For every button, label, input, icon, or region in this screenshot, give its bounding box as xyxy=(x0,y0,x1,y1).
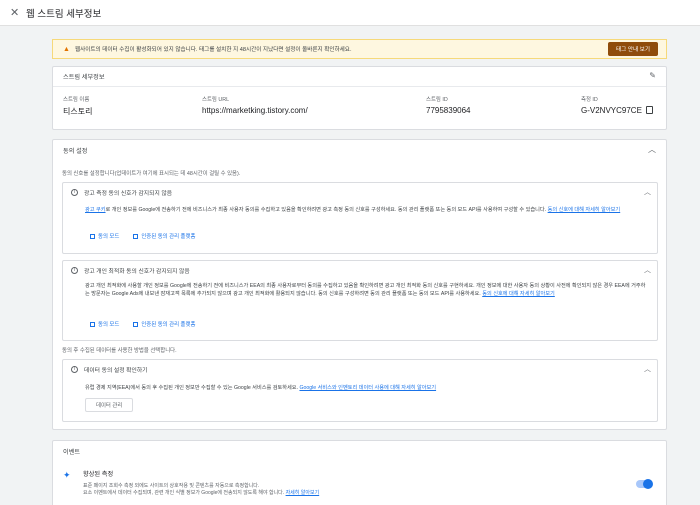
cmp-link[interactable]: 인증된 동의 관리 플랫폼 xyxy=(133,320,195,328)
stream-details-card: 스트림 세부정보 ✎ 스트림 이름 티스토리 스트림 URL https://m… xyxy=(52,66,667,130)
copy-icon[interactable] xyxy=(645,106,653,114)
enhanced-measurement-title: 향상된 측정 xyxy=(83,471,114,478)
ads-cookie-link[interactable]: 광고 쿠키 xyxy=(85,207,106,213)
manage-data-button[interactable]: 데이터 관리 xyxy=(85,398,134,412)
personalization-consent-text: 광고 개인 최적화에 사용할 개인 정보를 Google에 전송하기 전에 비즈… xyxy=(85,283,646,297)
info-icon: i xyxy=(71,188,78,196)
enhanced-desc-line1: 표준 페이지 조회수 측정 외에도 사이트의 상호작용 및 콘텐츠를 자동으로 … xyxy=(83,483,260,489)
personalization-consent-panel: i 광고 개인 최적화 동의 신호가 감지되지 않음 ︿ 광고 개인 최적화에 … xyxy=(62,260,658,341)
ads-consent-body: 광고 쿠키로 개인 정보를 Google에 전송하기 전에 비즈니스가 최종 사… xyxy=(85,206,650,214)
stream-url-cell: 스트림 URL https://marketking.tistory.com/ xyxy=(202,95,308,115)
stream-id-value: 7795839064 xyxy=(426,106,471,115)
chevron-up-icon[interactable]: ︿ xyxy=(644,187,651,197)
sparkle-icon: ✦ xyxy=(63,470,71,480)
personalization-learn-more-link[interactable]: 동의 신호에 대해 자세히 알아보기 xyxy=(482,291,555,297)
consent-mode-link[interactable]: 동의 모드 xyxy=(90,232,119,240)
personalization-consent-header[interactable]: i 광고 개인 최적화 동의 신호가 감지되지 않음 ︿ xyxy=(63,261,657,279)
chevron-up-icon[interactable]: ︿ xyxy=(644,265,651,275)
ads-consent-text: 로 개인 정보를 Google에 전송하기 전에 비즈니스가 최종 사용자 동의… xyxy=(105,207,547,213)
enhanced-measurement-toggle[interactable] xyxy=(636,479,653,489)
measurement-id-value: G-V2NVYC97CE xyxy=(581,106,642,115)
external-link-icon xyxy=(133,234,139,239)
chevron-up-icon[interactable]: ︿ xyxy=(644,364,651,374)
ads-learn-more-link[interactable]: 동의 신호에 대해 자세히 알아보기 xyxy=(548,207,621,213)
data-usage-link[interactable]: Google 서비스와 인벤토리 데이터 사용에 대해 자세히 알아보기 xyxy=(299,385,436,391)
external-link-icon xyxy=(90,322,95,327)
events-header: 이벤트 xyxy=(53,441,666,461)
consent-header[interactable]: 동의 설정 ︿ xyxy=(53,140,666,160)
ads-links-row: 동의 모드 인증된 동의 관리 플랫폼 xyxy=(90,232,195,240)
events-title: 이벤트 xyxy=(63,448,81,456)
external-link-icon xyxy=(133,322,139,327)
personalization-consent-body: 광고 개인 최적화에 사용할 개인 정보를 Google에 전송하기 전에 비즈… xyxy=(85,282,650,298)
close-icon[interactable]: ✕ xyxy=(10,6,22,19)
data-consent-title: 데이터 동의 설정 확인하기 xyxy=(84,367,148,374)
stream-name-cell: 스트림 이름 티스토리 xyxy=(63,95,92,117)
data-consent-body: 유럽 경제 지역(EEA)에서 동의 후 수집된 개인 정보만 수집할 수 있는… xyxy=(85,384,650,392)
card-header: 스트림 세부정보 ✎ xyxy=(53,67,666,87)
stream-id-cell: 스트림 ID 7795839064 xyxy=(426,95,471,115)
ads-consent-title: 광고 측정 동의 신호가 감지되지 않음 xyxy=(84,190,173,197)
usage-intro: 동의 후 수집된 데이터를 사용한 방법을 선택합니다. xyxy=(62,348,177,354)
edit-pencil-icon[interactable]: ✎ xyxy=(649,71,656,80)
data-consent-panel: i 데이터 동의 설정 확인하기 ︿ 유럽 경제 지역(EEA)에서 동의 후 … xyxy=(62,359,658,422)
ads-consent-header[interactable]: i 광고 측정 동의 신호가 감지되지 않음 ︿ xyxy=(63,183,657,201)
consent-title: 동의 설정 xyxy=(63,147,88,155)
personalization-links-row: 동의 모드 인증된 동의 관리 플랫폼 xyxy=(90,320,195,328)
enhanced-desc-line2: 요소 이벤트에서 데이터 수집되며, 관련 개인 식별 정보가 Google에 … xyxy=(83,490,320,496)
consent-intro: 동의 신호를 설정합니다(업데이트가 여기에 표시되는 데 48시간이 걸릴 수… xyxy=(62,171,241,177)
stream-name-value: 티스토리 xyxy=(63,107,93,116)
stream-name-label: 스트림 이름 xyxy=(63,97,90,103)
enhanced-learn-more-link[interactable]: 자세히 알아보기 xyxy=(286,490,320,496)
data-consent-header[interactable]: i 데이터 동의 설정 확인하기 ︿ xyxy=(63,360,657,378)
measurement-id-cell: 측정 ID G-V2NVYC97CE xyxy=(581,95,653,115)
measurement-id-row: G-V2NVYC97CE xyxy=(581,106,653,115)
top-bar: ✕ 웹 스트림 세부정보 xyxy=(0,0,700,26)
measurement-id-label: 측정 ID xyxy=(581,97,598,103)
chevron-up-icon[interactable]: ︿ xyxy=(648,144,656,155)
events-card: 이벤트 ✦ 향상된 측정 표준 페이지 조회수 측정 외에도 사이트의 상호작용… xyxy=(52,440,667,505)
stream-id-label: 스트림 ID xyxy=(426,97,448,103)
tag-guide-button[interactable]: 태그 안내 보기 xyxy=(608,42,658,56)
page-title: 웹 스트림 세부정보 xyxy=(26,8,102,20)
stream-url-value: https://marketking.tistory.com/ xyxy=(202,106,308,115)
info-icon: i xyxy=(71,365,78,373)
warning-banner: ▲ 웹사이트의 데이터 수집이 활성화되어 있지 않습니다. 태그를 설치한 지… xyxy=(52,39,667,59)
personalization-consent-title: 광고 개인 최적화 동의 신호가 감지되지 않음 xyxy=(84,268,190,275)
enhanced-measurement-desc: 표준 페이지 조회수 측정 외에도 사이트의 상호작용 및 콘텐츠를 자동으로 … xyxy=(83,483,623,497)
cmp-link[interactable]: 인증된 동의 관리 플랫폼 xyxy=(133,232,195,240)
consent-mode-link[interactable]: 동의 모드 xyxy=(90,320,119,328)
banner-text: 웹사이트의 데이터 수집이 활성화되어 있지 않습니다. 태그를 설치한 지 4… xyxy=(74,47,352,53)
data-consent-text: 유럽 경제 지역(EEA)에서 동의 후 수집된 개인 정보만 수집할 수 있는… xyxy=(85,385,299,391)
consent-settings-card: 동의 설정 ︿ 동의 신호를 설정합니다(업데이트가 여기에 표시되는 데 48… xyxy=(52,139,667,430)
external-link-icon xyxy=(90,234,95,239)
ads-consent-panel: i 광고 측정 동의 신호가 감지되지 않음 ︿ 광고 쿠키로 개인 정보를 G… xyxy=(62,182,658,254)
toggle-knob xyxy=(643,479,653,489)
warning-icon: ▲ xyxy=(63,45,70,53)
info-icon: i xyxy=(71,266,78,274)
stream-url-label: 스트림 URL xyxy=(202,97,230,103)
card-title: 스트림 세부정보 xyxy=(63,74,105,81)
